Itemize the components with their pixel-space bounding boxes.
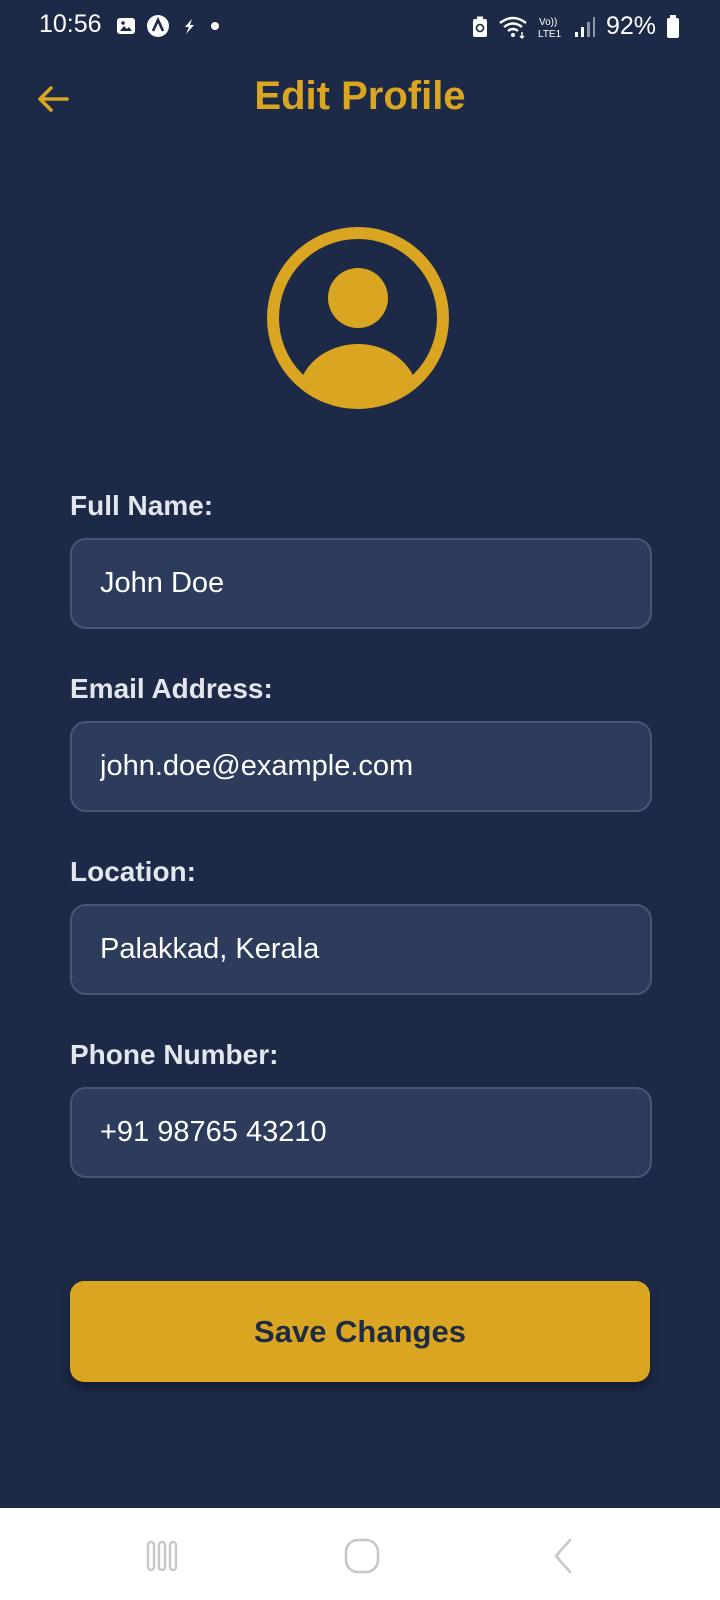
nav-back-button[interactable] [534,1528,594,1584]
status-left-icons [116,14,222,38]
back-icon [554,1538,572,1574]
email-label: Email Address: [70,673,273,704]
svg-text:LTE1: LTE1 [538,29,562,39]
recents-button[interactable] [132,1528,192,1584]
location-label: Location: [70,856,196,887]
svg-text:Vo)): Vo)) [539,17,557,28]
bolt-icon [185,19,194,34]
image-icon [117,18,135,34]
profile-avatar[interactable] [266,226,450,410]
system-nav-bar [0,1508,720,1600]
dot-icon [211,22,219,30]
profile-form: Full Name: Email Address: Location: Phon… [70,490,652,1222]
save-changes-button[interactable]: Save Changes [70,1281,650,1382]
full-name-label: Full Name: [70,490,214,521]
status-right-icons: Vo)) LTE1 92% [472,12,680,41]
email-input[interactable] [70,721,652,812]
page-title: Edit Profile [254,74,466,118]
recents-icon [146,1540,178,1572]
signal-icon [574,16,595,37]
location-input[interactable] [70,904,652,995]
battery-icon [667,14,679,38]
wifi-icon [499,16,527,39]
status-bar: 10:56 Vo)) LTE1 92% [0,0,720,52]
home-button[interactable] [332,1528,392,1584]
phone-input[interactable] [70,1087,652,1178]
battery-saver-icon [472,16,487,37]
phone-label: Phone Number: [70,1039,279,1070]
battery-percentage: 92% [605,12,656,40]
app-a-icon [147,15,169,37]
header: Edit Profile [0,52,720,148]
full-name-input[interactable] [70,538,652,629]
home-icon [344,1538,380,1574]
user-avatar-icon [267,227,449,409]
volte-icon: Vo)) LTE1 [538,17,562,39]
status-time: 10:56 [39,10,102,38]
